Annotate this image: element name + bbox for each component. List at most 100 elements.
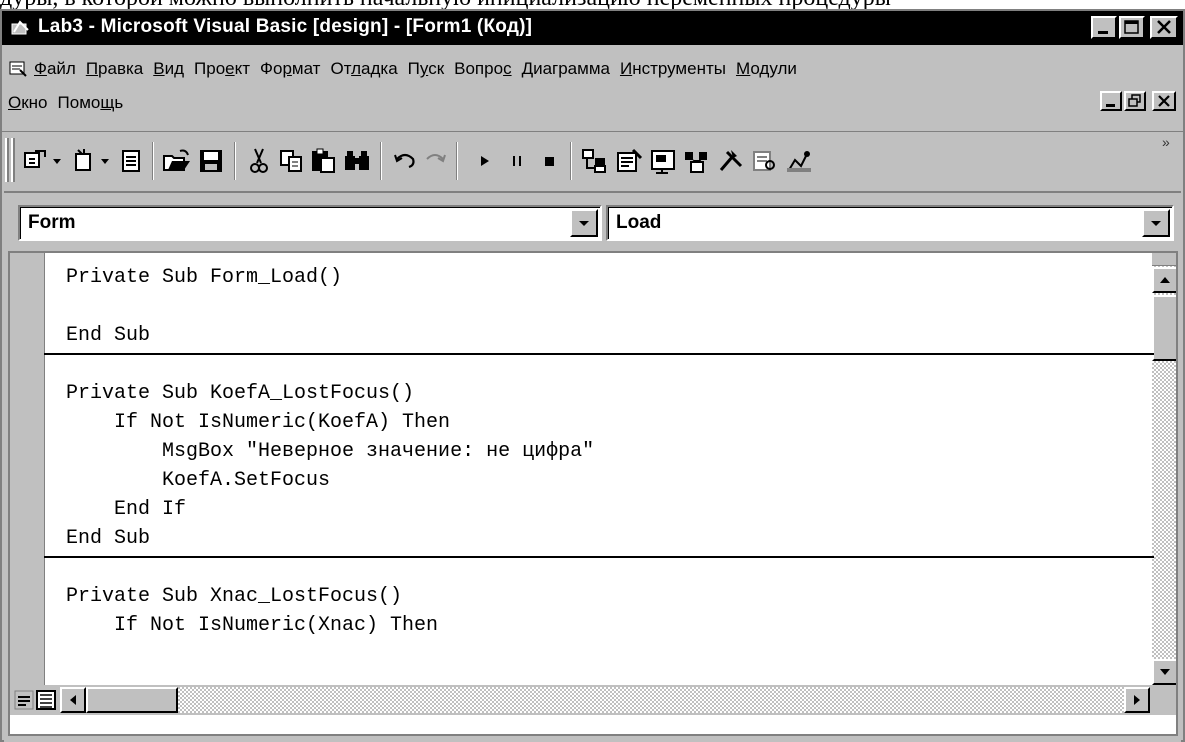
start-button[interactable]	[470, 146, 500, 176]
menu-item-помощь[interactable]: Помощь	[58, 93, 124, 113]
menu-item-пуск[interactable]: Пуск	[408, 59, 444, 79]
component-manager-icon	[787, 151, 811, 172]
toolbox-icon	[719, 150, 743, 171]
close-button[interactable]	[1150, 16, 1178, 39]
object-combo-dropdown[interactable]	[570, 209, 598, 237]
properties-button[interactable]	[614, 146, 644, 176]
menu-item-проект[interactable]: Проект	[194, 59, 250, 79]
break-button[interactable]	[502, 146, 532, 176]
code-line[interactable]: If Not IsNumeric(Xnac) Then	[66, 611, 438, 640]
menu-item-формат[interactable]: Формат	[260, 59, 320, 79]
undo-icon	[394, 153, 415, 169]
menu-item-вопрос[interactable]: Вопрос	[454, 59, 511, 79]
toolbar-grip[interactable]	[11, 138, 15, 182]
procedure-combo[interactable]: Load	[606, 205, 1174, 241]
save-icon	[200, 150, 222, 172]
chevron-down-icon	[579, 221, 589, 226]
scroll-up-button[interactable]	[1152, 267, 1176, 293]
child-restore-button[interactable]	[1124, 91, 1146, 111]
properties-icon	[617, 148, 643, 172]
vb-app-icon	[11, 20, 29, 35]
code-line[interactable]: Private Sub Form_Load()	[66, 263, 342, 292]
scroll-down-button[interactable]	[1152, 659, 1176, 685]
find-button[interactable]	[342, 146, 372, 176]
full-module-view-icon[interactable]	[36, 689, 56, 711]
minimize-icon	[1098, 31, 1108, 34]
toolbar-grip[interactable]	[5, 138, 9, 182]
open-project-button[interactable]	[162, 146, 192, 176]
document-icon[interactable]	[8, 60, 28, 78]
vb-ide-window: Lab3 - Microsoft Visual Basic [design] -…	[0, 9, 1185, 742]
code-editor[interactable]: Private Sub Form_Load() End Sub Private Su…	[8, 251, 1178, 736]
child-minimize-button[interactable]	[1100, 91, 1122, 111]
split-bar[interactable]	[1152, 253, 1176, 266]
close-icon	[1157, 20, 1171, 34]
code-line[interactable]: KoefA.SetFocus	[66, 466, 330, 495]
binoculars-icon	[345, 151, 369, 170]
code-line[interactable]: If Not IsNumeric(KoefA) Then	[66, 408, 450, 437]
menu-item-инструменты[interactable]: Инструменты	[620, 59, 726, 79]
arrow-left-icon	[70, 695, 76, 705]
scroll-right-button[interactable]	[1124, 687, 1150, 713]
add-project-button[interactable]	[20, 146, 50, 176]
add-project-dropdown[interactable]	[50, 146, 64, 176]
menu-item-модули[interactable]: Модули	[736, 59, 797, 79]
scroll-left-button[interactable]	[60, 687, 86, 713]
open-folder-icon	[163, 149, 190, 171]
horizontal-scrollbar[interactable]	[60, 687, 1150, 713]
play-icon	[481, 156, 489, 166]
code-window: Form Load Private Sub Form_Load() End Sub…	[4, 191, 1181, 742]
code-line[interactable]: MsgBox "Неверное значение: не цифра"	[66, 437, 594, 466]
margin-indicator-bar[interactable]	[10, 253, 45, 685]
paste-button[interactable]	[308, 146, 338, 176]
object-combo-value: Form	[28, 212, 76, 233]
toolbar-separator	[152, 142, 154, 180]
menu-item-отладка[interactable]: Отладка	[330, 59, 397, 79]
toolbar-overflow-icon[interactable]: »	[1162, 134, 1170, 150]
object-browser-button[interactable]	[682, 146, 712, 176]
maximize-button[interactable]	[1119, 16, 1145, 39]
copy-button[interactable]	[276, 146, 306, 176]
menu-editor-button[interactable]	[116, 146, 146, 176]
data-view-button[interactable]	[750, 146, 780, 176]
child-close-button[interactable]	[1152, 91, 1176, 111]
restore-icon	[1128, 94, 1141, 107]
standard-toolbar: »	[2, 131, 1183, 188]
add-form-button[interactable]	[68, 146, 98, 176]
toolbox-button[interactable]	[716, 146, 746, 176]
horizontal-scroll-thumb[interactable]	[86, 687, 178, 713]
menu-item-окно[interactable]: Окно	[8, 93, 48, 113]
form-layout-button[interactable]	[648, 146, 678, 176]
cut-button[interactable]	[244, 146, 274, 176]
end-button[interactable]	[534, 146, 564, 176]
redo-button[interactable]	[420, 146, 450, 176]
minimize-button[interactable]	[1091, 16, 1117, 39]
procedure-combo-value: Load	[616, 212, 662, 233]
object-combo[interactable]: Form	[18, 205, 602, 241]
procedure-combo-dropdown[interactable]	[1142, 209, 1170, 237]
project-explorer-button[interactable]	[580, 146, 610, 176]
add-form-dropdown[interactable]	[98, 146, 112, 176]
menu-item-диаграмма[interactable]: Диаграмма	[522, 59, 610, 79]
component-manager-button[interactable]	[784, 146, 814, 176]
menu-item-вид[interactable]: Вид	[153, 59, 184, 79]
title-bar[interactable]: Lab3 - Microsoft Visual Basic [design] -…	[2, 11, 1183, 45]
code-line[interactable]: Private Sub KoefA_LostFocus()	[66, 379, 414, 408]
menu-item-правка[interactable]: Правка	[86, 59, 143, 79]
vertical-scrollbar[interactable]	[1152, 253, 1176, 685]
data-view-icon	[753, 151, 775, 171]
save-project-button[interactable]	[196, 146, 226, 176]
paste-icon	[312, 148, 335, 173]
arrow-up-icon	[1160, 277, 1170, 283]
code-line[interactable]: End Sub	[66, 321, 150, 350]
code-line[interactable]: End If	[66, 495, 186, 524]
menu-item-файл[interactable]: Файл	[34, 59, 76, 79]
toolbar-separator	[456, 142, 458, 180]
vertical-scroll-thumb[interactable]	[1152, 295, 1176, 361]
code-line[interactable]: Private Sub Xnac_LostFocus()	[66, 582, 402, 611]
procedure-view-icon[interactable]	[14, 689, 34, 711]
code-line[interactable]: End Sub	[66, 524, 150, 553]
undo-button[interactable]	[390, 146, 420, 176]
toolbar-separator	[234, 142, 236, 180]
maximize-icon	[1124, 20, 1139, 34]
